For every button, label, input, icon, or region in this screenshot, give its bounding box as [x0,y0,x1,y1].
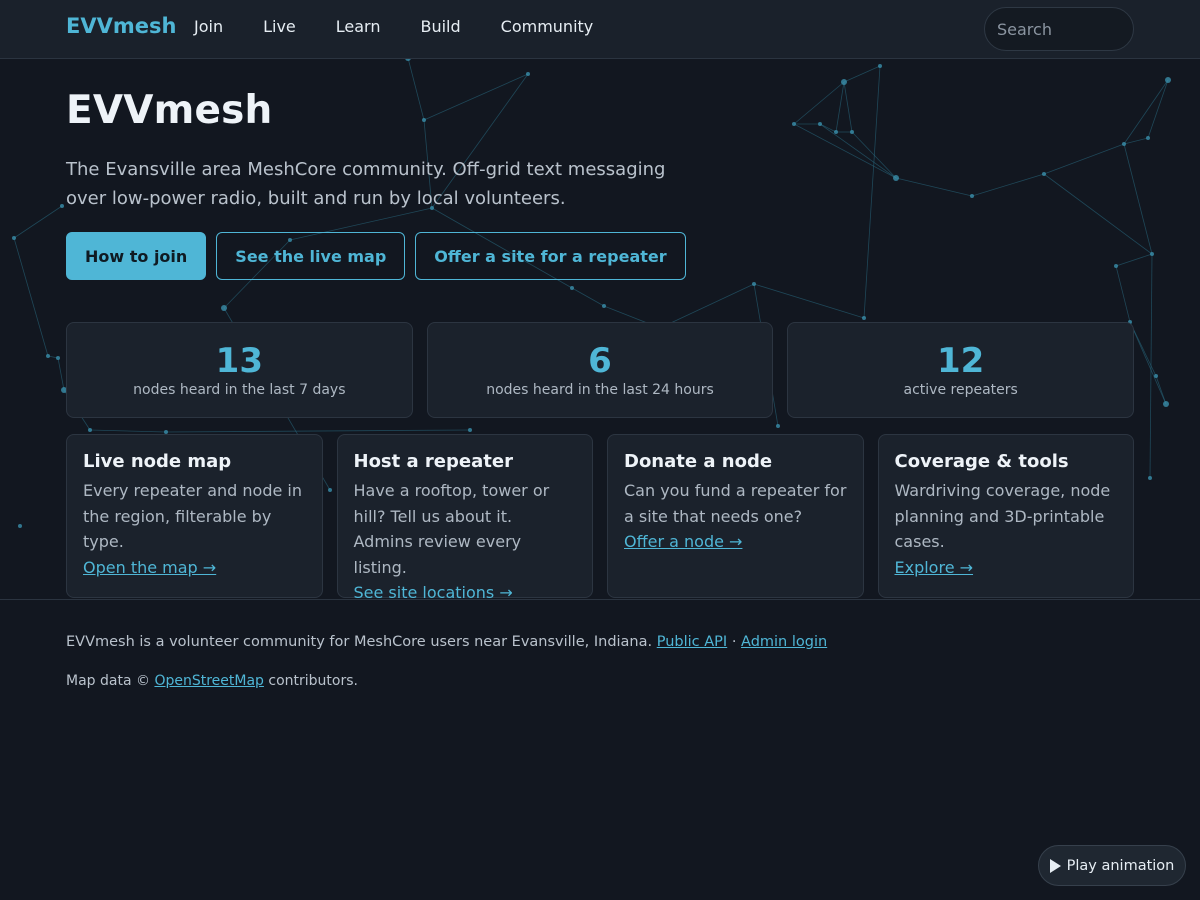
play-animation-button[interactable]: Play animation [1038,845,1186,886]
stat-card-active-repeaters: 12 active repeaters [787,322,1135,418]
hero-section: EVVmesh The Evansville area MeshCore com… [66,88,766,213]
card-coverage-tools: Coverage & tools Wardriving coverage, no… [877,434,1134,598]
nav-learn[interactable]: Learn [336,17,381,36]
footer-separator: · [731,634,737,650]
card-live-node-map: Live node map Every repeater and node in… [66,434,323,598]
card-title: Host a repeater [353,451,513,472]
play-icon [1049,858,1061,873]
card-host-repeater: Host a repeater Have a rooftop, tower or… [336,434,593,602]
how-to-join-button[interactable]: How to join [66,232,207,280]
live-map-button[interactable]: See the live map [216,232,406,280]
card-title: Donate a node [624,451,773,472]
feature-cards: Live node map Every repeater and node in… [66,434,1134,602]
card-title: Live node map [83,451,232,472]
stat-value: 12 [937,341,985,381]
stat-value: 6 [588,341,612,381]
offer-node-link[interactable]: Offer a node → [624,529,742,555]
play-animation-label: Play animation [1066,857,1175,874]
footer-map-credit: Map data © OpenStreetMap contributors. [66,673,358,689]
page-title: EVVmesh [66,88,273,133]
nav-community[interactable]: Community [501,17,594,36]
nav-join[interactable]: Join [194,17,223,36]
offer-site-button[interactable]: Offer a site for a repeater [415,232,686,280]
card-donate-node: Donate a node Can you fund a repeater fo… [607,434,864,598]
search-input[interactable] [984,7,1134,51]
stat-card-nodes-24h: 6 nodes heard in the last 24 hours [426,322,774,418]
nav-build[interactable]: Build [420,17,460,36]
stat-label: nodes heard in the last 24 hours [486,382,714,398]
main-nav: Join Live Learn Build Community [194,17,633,36]
explore-link[interactable]: Explore → [895,555,974,581]
brand-logo-link[interactable]: EVVmesh [66,14,176,38]
footer-about: EVVmesh is a volunteer community for Mes… [66,634,827,650]
admin-login-link[interactable]: Admin login [741,634,827,650]
footer: EVVmesh is a volunteer community for Mes… [0,599,1200,900]
map-credit-prefix: Map data © [66,673,150,689]
public-api-link[interactable]: Public API [657,634,727,650]
map-credit-suffix: contributors. [268,673,358,689]
footer-about-text: EVVmesh is a volunteer community for Mes… [66,634,653,650]
stat-label: active repeaters [903,382,1018,398]
card-body: Can you fund a repeater for a site that … [624,481,847,526]
stats-row: 13 nodes heard in the last 7 days 6 node… [66,322,1135,418]
openstreetmap-link[interactable]: OpenStreetMap [154,673,263,689]
card-body: Wardriving coverage, node planning and 3… [894,481,1111,551]
card-body: Have a rooftop, tower or hill? Tell us a… [353,481,550,577]
top-nav-bar: EVVmesh Join Live Learn Build Community [0,0,1200,59]
card-title: Coverage & tools [894,451,1069,472]
stat-card-nodes-7d: 13 nodes heard in the last 7 days [66,322,413,418]
hero-subtitle: The Evansville area MeshCore community. … [66,159,666,209]
nav-live[interactable]: Live [263,17,296,36]
card-body: Every repeater and node in the region, f… [83,481,302,551]
hero-actions: How to join See the live map Offer a sit… [66,232,686,280]
stat-label: nodes heard in the last 7 days [133,382,346,398]
stat-value: 13 [215,341,263,381]
open-map-link[interactable]: Open the map → [83,555,216,581]
